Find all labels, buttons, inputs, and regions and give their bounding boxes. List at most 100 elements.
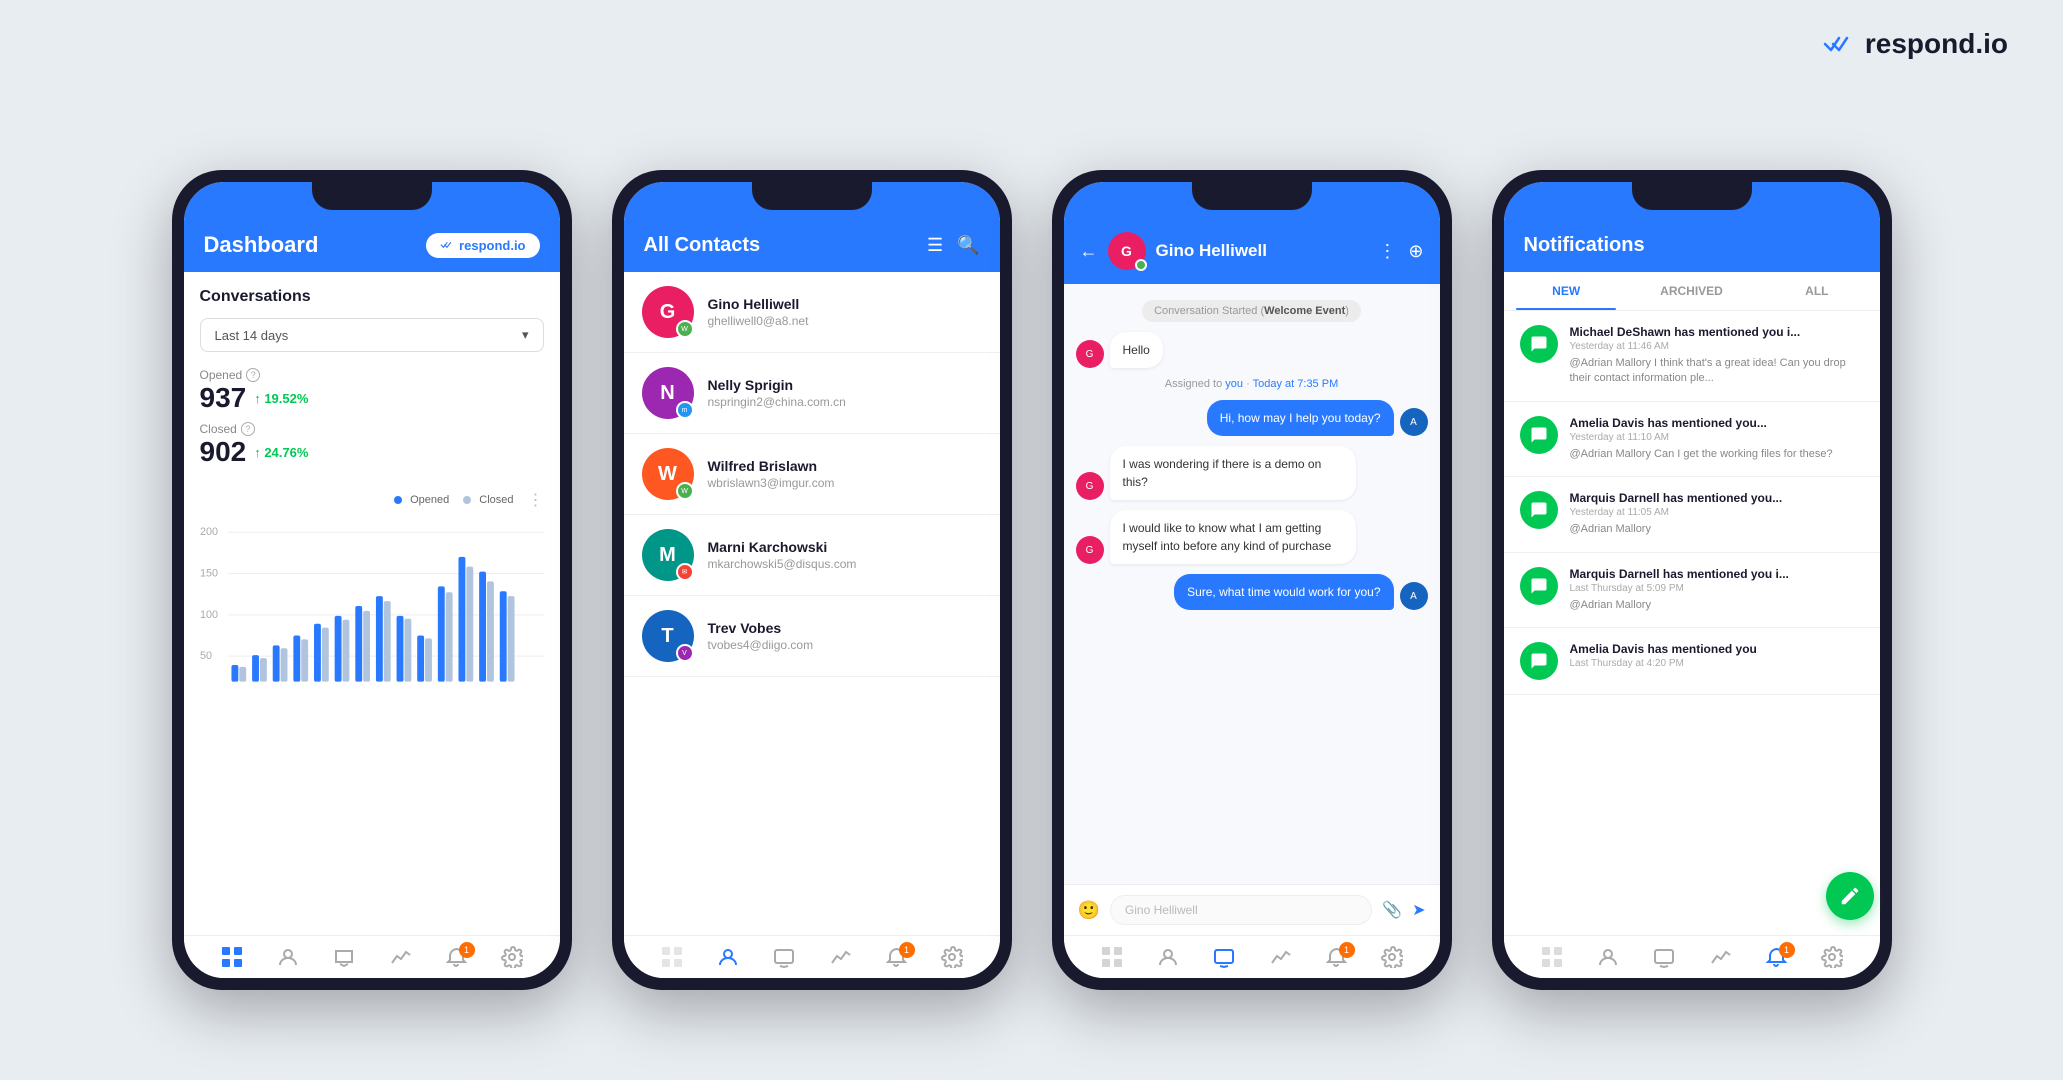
nav-settings[interactable] bbox=[501, 946, 523, 968]
nav-chat[interactable] bbox=[1653, 946, 1675, 968]
nav-dashboard[interactable] bbox=[1541, 946, 1563, 968]
nav-notifications[interactable]: 1 bbox=[885, 946, 907, 968]
notification-body: Amelia Davis has mentioned you Last Thur… bbox=[1570, 642, 1864, 673]
more-icon[interactable]: ⋮ bbox=[1378, 241, 1396, 262]
fab-compose-button[interactable] bbox=[1826, 872, 1874, 920]
header-badge[interactable]: respond.io bbox=[426, 233, 539, 258]
tab-new[interactable]: NEW bbox=[1504, 272, 1629, 310]
message-bubble: Sure, what time would work for you? bbox=[1174, 574, 1393, 610]
search-icon[interactable]: 🔍 bbox=[957, 235, 979, 256]
notification-icon bbox=[1520, 416, 1558, 454]
nav-dashboard[interactable] bbox=[1101, 946, 1123, 968]
nav-notifications[interactable]: 1 bbox=[1325, 946, 1347, 968]
notification-item[interactable]: Marquis Darnell has mentioned you i... L… bbox=[1504, 553, 1880, 628]
legend-closed-text: Closed bbox=[479, 494, 513, 506]
notification-badge: 1 bbox=[1339, 942, 1355, 958]
nav-analytics[interactable] bbox=[829, 946, 851, 968]
date-range-select[interactable]: Last 14 days ▾ bbox=[200, 318, 544, 352]
contact-name: Gino Helliwell bbox=[708, 296, 982, 312]
filter-icon[interactable]: ☰ bbox=[927, 235, 943, 256]
avatar-wrap: W W bbox=[642, 448, 694, 500]
msg-agent-1: Hi, how may I help you today? A bbox=[1076, 400, 1428, 436]
conversations-title: Conversations bbox=[200, 288, 544, 306]
opened-info-icon: ? bbox=[246, 368, 260, 382]
back-icon[interactable]: ← bbox=[1080, 241, 1098, 262]
chat-input-field[interactable]: Gino Helliwell bbox=[1110, 895, 1372, 925]
help-icon[interactable]: ⊕ bbox=[1408, 241, 1423, 262]
nav-notifications[interactable]: 1 bbox=[445, 946, 467, 968]
contact-info: Marni Karchowski mkarchowski5@disqus.com bbox=[708, 539, 982, 571]
notification-time: Yesterday at 11:05 AM bbox=[1570, 507, 1864, 518]
nav-dashboard[interactable] bbox=[221, 946, 243, 968]
contact-item[interactable]: M ✉ Marni Karchowski mkarchowski5@disqus… bbox=[624, 515, 1000, 596]
notifications-title: Notifications bbox=[1524, 234, 1645, 257]
message-bubble: I would like to know what I am getting m… bbox=[1110, 510, 1356, 564]
dashboard-nav: 1 bbox=[184, 935, 560, 978]
nav-notifications-active[interactable]: 1 bbox=[1765, 946, 1787, 968]
contact-info: Gino Helliwell ghelliwell0@a8.net bbox=[708, 296, 982, 328]
send-icon[interactable]: ➤ bbox=[1412, 900, 1425, 920]
contact-name: Marni Karchowski bbox=[708, 539, 982, 555]
opened-label: Opened bbox=[200, 368, 243, 382]
nav-settings[interactable] bbox=[1381, 946, 1403, 968]
header-badge-text: respond.io bbox=[459, 238, 525, 253]
notification-item[interactable]: Amelia Davis has mentioned you... Yester… bbox=[1504, 402, 1880, 477]
chart-more-icon[interactable]: ⋮ bbox=[528, 490, 544, 510]
contact-email: nspringin2@china.com.cn bbox=[708, 395, 982, 409]
contact-info: Nelly Sprigin nspringin2@china.com.cn bbox=[708, 377, 982, 409]
contact-email: tvobes4@diigo.com bbox=[708, 638, 982, 652]
nav-analytics[interactable] bbox=[1709, 946, 1731, 968]
attachment-icon[interactable]: 📎 bbox=[1382, 900, 1402, 920]
contact-item[interactable]: G W Gino Helliwell ghelliwell0@a8.net bbox=[624, 272, 1000, 353]
notification-item[interactable]: Amelia Davis has mentioned you Last Thur… bbox=[1504, 628, 1880, 695]
tab-archived[interactable]: ARCHIVED bbox=[1629, 272, 1754, 310]
notification-time: Last Thursday at 4:20 PM bbox=[1570, 658, 1864, 669]
emoji-icon[interactable]: 🙂 bbox=[1078, 900, 1100, 921]
notification-body: Michael DeShawn has mentioned you i... Y… bbox=[1570, 325, 1864, 387]
message-bubble: Hi, how may I help you today? bbox=[1207, 400, 1394, 436]
top-logo-text: respond.io bbox=[1865, 28, 2008, 60]
nav-contacts[interactable] bbox=[1157, 946, 1179, 968]
avatar-wrap: N m bbox=[642, 367, 694, 419]
nav-contacts[interactable] bbox=[1597, 946, 1619, 968]
notch-4 bbox=[1632, 182, 1752, 210]
notification-icon bbox=[1520, 491, 1558, 529]
nav-analytics[interactable] bbox=[389, 946, 411, 968]
svg-text:50: 50 bbox=[200, 650, 212, 662]
chat-contact-name: Gino Helliwell bbox=[1156, 241, 1369, 261]
contact-name: Nelly Sprigin bbox=[708, 377, 982, 393]
bar-chart: 200 150 100 50 bbox=[200, 516, 544, 696]
notification-title: Marquis Darnell has mentioned you... bbox=[1570, 491, 1864, 505]
agent-avatar-small: A bbox=[1400, 582, 1428, 610]
msg-user-1: G I was wondering if there is a demo on … bbox=[1076, 446, 1428, 500]
notification-title: Michael DeShawn has mentioned you i... bbox=[1570, 325, 1864, 339]
nav-chat[interactable] bbox=[1213, 946, 1235, 968]
msg-user-2: G I would like to know what I am getting… bbox=[1076, 510, 1428, 564]
svg-text:100: 100 bbox=[200, 609, 218, 621]
nav-contacts[interactable] bbox=[277, 946, 299, 968]
nav-chat[interactable] bbox=[333, 946, 355, 968]
notification-body: Marquis Darnell has mentioned you... Yes… bbox=[1570, 491, 1864, 537]
nav-contacts[interactable] bbox=[717, 946, 739, 968]
notification-time: Last Thursday at 5:09 PM bbox=[1570, 583, 1864, 594]
chat-content: Conversation Started (Welcome Event) G H… bbox=[1064, 284, 1440, 935]
agent-avatar-small: A bbox=[1400, 408, 1428, 436]
contact-item[interactable]: T V Trev Vobes tvobes4@diigo.com bbox=[624, 596, 1000, 677]
contact-item[interactable]: W W Wilfred Brislawn wbrislawn3@imgur.co… bbox=[624, 434, 1000, 515]
tab-all[interactable]: ALL bbox=[1754, 272, 1879, 310]
phone-notifications: Notifications NEW ARCHIVED ALL Michael bbox=[1492, 170, 1892, 990]
legend-closed-dot bbox=[463, 496, 471, 504]
notification-item[interactable]: Michael DeShawn has mentioned you i... Y… bbox=[1504, 311, 1880, 402]
nav-settings[interactable] bbox=[1821, 946, 1843, 968]
svg-text:200: 200 bbox=[200, 526, 218, 538]
notch-1 bbox=[312, 182, 432, 210]
nav-dashboard[interactable] bbox=[661, 946, 683, 968]
chat-header-icons: ⋮ ⊕ bbox=[1378, 241, 1423, 262]
nav-settings[interactable] bbox=[941, 946, 963, 968]
contact-item[interactable]: N m Nelly Sprigin nspringin2@china.com.c… bbox=[624, 353, 1000, 434]
nav-chat[interactable] bbox=[773, 946, 795, 968]
notification-item[interactable]: Marquis Darnell has mentioned you... Yes… bbox=[1504, 477, 1880, 552]
contacts-nav: 1 bbox=[624, 935, 1000, 978]
nav-analytics[interactable] bbox=[1269, 946, 1291, 968]
contact-email: mkarchowski5@disqus.com bbox=[708, 557, 982, 571]
